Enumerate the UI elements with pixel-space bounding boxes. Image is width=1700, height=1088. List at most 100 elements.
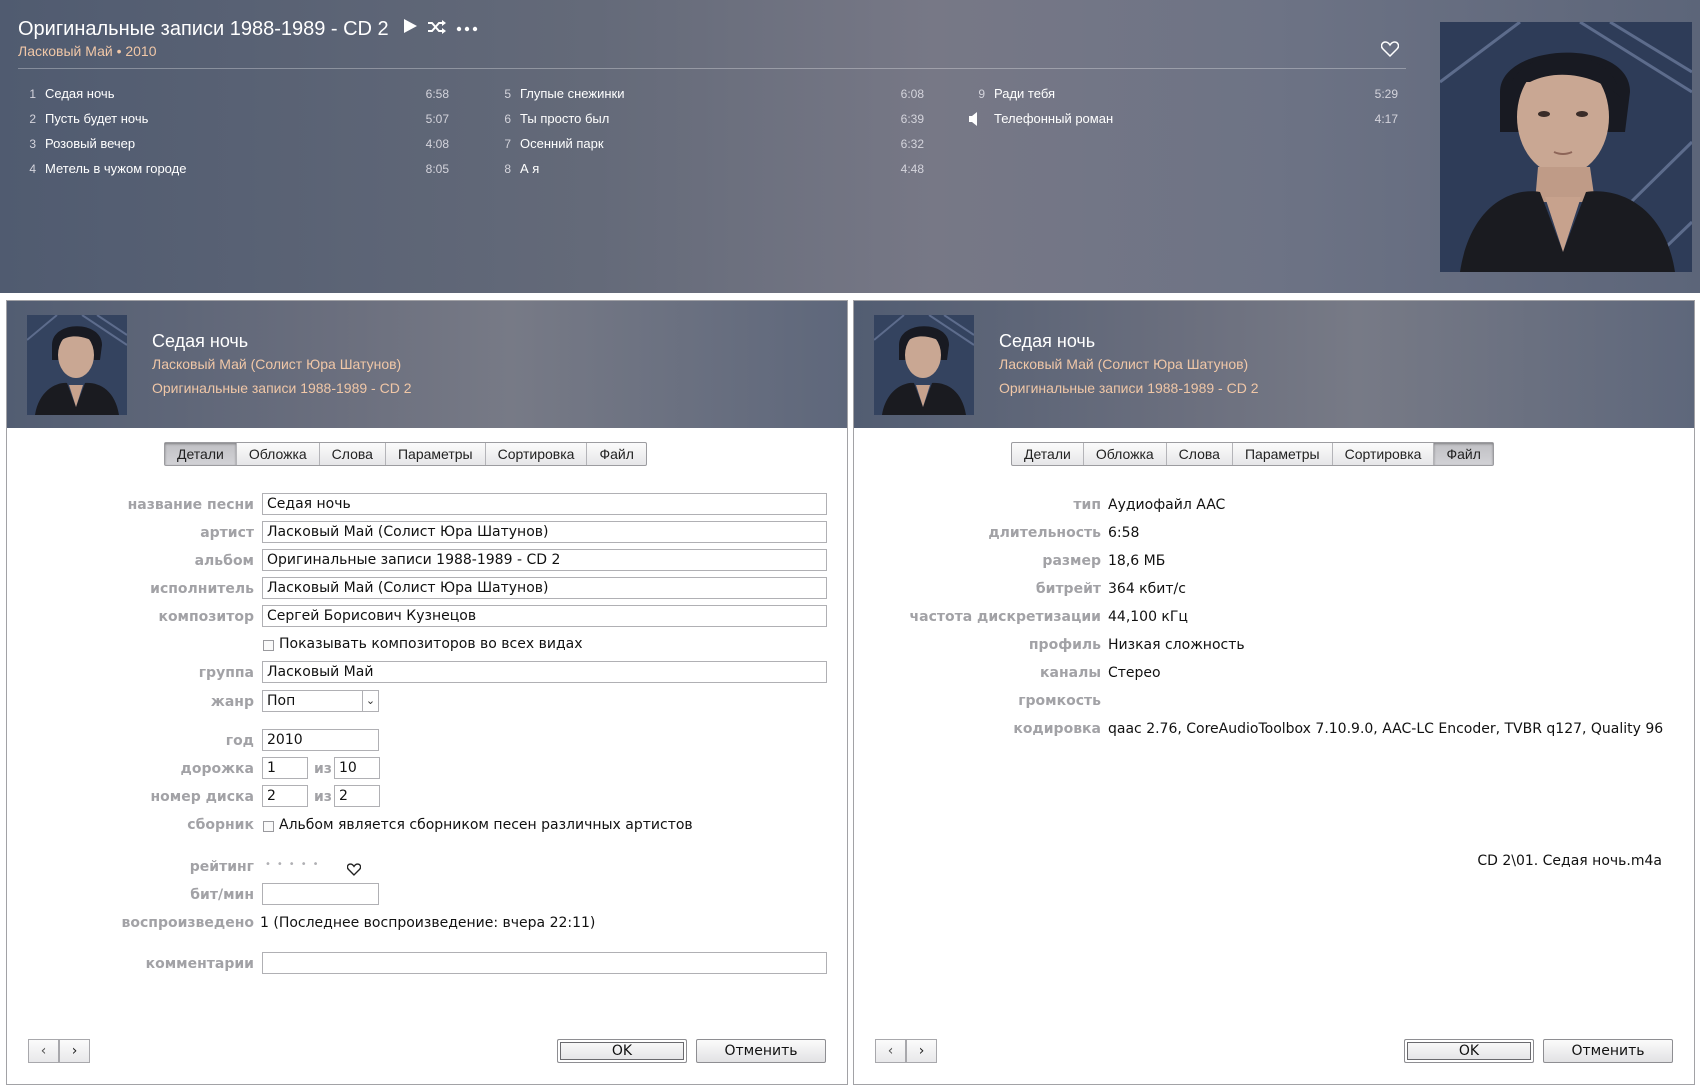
track-duration: 6:08 [900,87,924,101]
label-disc-number: номер диска [150,789,255,805]
duration-value: 6:58 [1108,525,1140,541]
bitrate-value: 364 кбит/с [1108,581,1186,597]
label-album: альбом [194,553,254,569]
tab-file[interactable]: Файл [1434,443,1493,465]
track-row[interactable]: 3 Розовый вечер 4:08 [18,135,449,155]
compilation-checkbox[interactable] [263,821,274,832]
show-composer-checkbox[interactable] [263,640,274,651]
tab-lyrics[interactable]: Слова [320,443,386,465]
track-row[interactable]: 2 Пусть будет ночь 5:07 [18,110,449,130]
love-heart-icon[interactable] [346,861,362,880]
track-row[interactable]: 6 Ты просто был 6:39 [493,110,924,130]
chevron-down-icon[interactable]: ⌄ [362,691,378,711]
track-name: Осенний парк [520,136,604,151]
track-duration: 4:48 [900,162,924,176]
track-duration: 8:05 [425,162,449,176]
song-name-field[interactable]: Седая ночь [262,493,827,515]
dialog-tabs: Детали Обложка Слова Параметры Сортировк… [164,442,647,466]
label-compilation: сборник [187,817,254,833]
label-plays: воспроизведено [121,915,254,931]
genre-value: Поп [267,693,296,709]
track-row-playing[interactable]: Телефонный роман 4:17 [967,110,1398,130]
label-sample-rate: частота дискретизации [909,609,1101,625]
artist-field[interactable]: Ласковый Май (Солист Юра Шатунов) [262,521,827,543]
disc-number-field[interactable]: 2 [262,785,308,807]
info-dialog-details: Седая ночь Ласковый Май (Солист Юра Шату… [6,300,848,1085]
track-name: Телефонный роман [994,111,1114,126]
cancel-button[interactable]: Отменить [1543,1039,1673,1063]
disc-total-field[interactable]: 2 [334,785,380,807]
track-name: Пусть будет ночь [45,111,149,126]
year-field[interactable]: 2010 [262,729,379,751]
track-name: Розовый вечер [45,136,136,151]
tab-sorting[interactable]: Сортировка [486,443,588,465]
tab-details[interactable]: Детали [165,443,237,465]
label-album-artist: исполнитель [150,581,254,597]
track-row[interactable]: 5 Глупые снежинки 6:08 [493,85,924,105]
album-artist-field[interactable]: Ласковый Май (Солист Юра Шатунов) [262,577,827,599]
track-name: Глупые снежинки [520,86,625,101]
track-duration: 6:58 [425,87,449,101]
comments-field[interactable] [262,952,827,974]
tab-artwork[interactable]: Обложка [237,443,320,465]
encoded-with-value: qaac 2.76, CoreAudioToolbox 7.10.9.0, AA… [1108,721,1664,737]
track-number-field[interactable]: 1 [262,757,308,779]
dialog-song-title: Седая ночь [999,331,1096,351]
rating-stars[interactable]: ••••• [265,859,325,870]
composer-field[interactable]: Сергей Борисович Кузнецов [262,605,827,627]
bpm-field[interactable] [262,883,379,905]
profile-value: Низкая сложность [1108,637,1245,653]
label-rating: рейтинг [189,859,254,875]
tab-lyrics[interactable]: Слова [1167,443,1233,465]
track-total-field[interactable]: 10 [334,757,380,779]
shuffle-icon[interactable] [427,19,447,40]
more-icon[interactable] [456,19,478,40]
tab-options[interactable]: Параметры [1233,443,1333,465]
track-row[interactable]: 1 Седая ночь 6:58 [18,85,449,105]
track-duration: 4:08 [425,137,449,151]
label-genre: жанр [210,694,254,710]
label-bpm: бит/мин [190,887,254,903]
dialog-header: Седая ночь Ласковый Май (Солист Юра Шату… [854,301,1694,428]
track-duration: 6:32 [900,137,924,151]
track-row[interactable]: 4 Метель в чужом городе 8:05 [18,160,449,180]
label-year: год [225,733,254,749]
chevron-left-icon[interactable]: ‹ [875,1039,906,1063]
chevron-right-icon[interactable]: › [906,1039,937,1063]
divider [18,68,1406,69]
tab-file[interactable]: Файл [587,443,645,465]
tab-details[interactable]: Детали [1012,443,1084,465]
track-row[interactable]: 9 Ради тебя 5:29 [967,85,1398,105]
label-channels: каналы [1040,665,1101,681]
tab-artwork[interactable]: Обложка [1084,443,1167,465]
track-duration: 6:39 [900,112,924,126]
dialog-song-title: Седая ночь [152,331,249,351]
ok-button[interactable]: OK [1404,1039,1534,1063]
album-cover [1440,22,1692,272]
tab-sorting[interactable]: Сортировка [1333,443,1435,465]
label-encoded-with: кодировка [1013,721,1101,737]
genre-select[interactable]: Поп ⌄ [262,690,379,712]
track-duration: 5:29 [1374,87,1398,101]
ok-button[interactable]: OK [557,1039,687,1063]
kind-value: Аудиофайл AAC [1108,497,1226,513]
file-path[interactable]: CD 2\01. Седая ночь.m4a [1477,853,1662,869]
channels-value: Стерео [1108,665,1161,681]
track-row[interactable]: 8 А я 4:48 [493,160,924,180]
track-row[interactable]: 7 Осенний парк 6:32 [493,135,924,155]
chevron-left-icon[interactable]: ‹ [28,1039,59,1063]
label-duration: длительность [988,525,1101,541]
album-field[interactable]: Оригинальные записи 1988-1989 - CD 2 [262,549,827,571]
play-icon[interactable] [402,18,418,39]
label-kind: тип [1073,497,1101,513]
track-duration: 4:17 [1374,112,1398,126]
label-size: размер [1042,553,1101,569]
grouping-field[interactable]: Ласковый Май [262,661,827,683]
tab-options[interactable]: Параметры [386,443,486,465]
size-value: 18,6 МБ [1108,553,1166,569]
dialog-song-album: Оригинальные записи 1988-1989 - CD 2 [152,380,412,396]
cancel-button[interactable]: Отменить [696,1039,826,1063]
album-artist-year[interactable]: Ласковый Май • 2010 [18,43,157,59]
chevron-right-icon[interactable]: › [59,1039,90,1063]
heart-icon[interactable] [1380,41,1400,62]
